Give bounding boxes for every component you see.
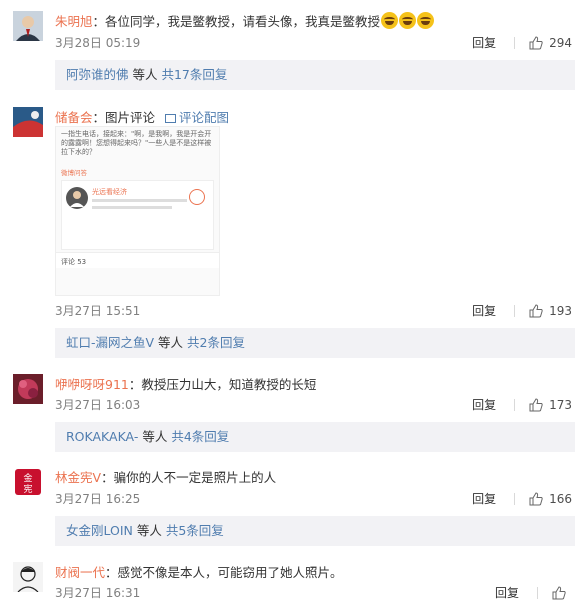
avatar[interactable] bbox=[13, 11, 43, 41]
laughing-tears-icon bbox=[399, 12, 417, 29]
reply-button[interactable]: 回复 bbox=[472, 302, 496, 319]
like-count: 173 bbox=[549, 397, 572, 412]
timestamp: 3月27日 16:03 bbox=[55, 398, 141, 412]
image-tabs: 评论 53 bbox=[56, 252, 219, 268]
username[interactable]: 朱明旭 bbox=[55, 14, 93, 29]
like-count: 294 bbox=[549, 35, 572, 50]
image-tab-label: 评论 53 bbox=[61, 258, 87, 266]
card-line bbox=[92, 206, 172, 209]
thumbs-up-icon bbox=[529, 397, 543, 411]
avatar[interactable] bbox=[13, 107, 43, 137]
username[interactable]: 咿咿呀呀911 bbox=[55, 377, 129, 392]
thumbs-up-icon bbox=[552, 585, 566, 599]
comment-body: ：骗你的人不一定是照片上的人 bbox=[101, 470, 277, 485]
like-button[interactable]: 166 bbox=[529, 492, 572, 506]
svg-text:宪: 宪 bbox=[23, 483, 32, 495]
card-name: 光远看经济 bbox=[92, 188, 127, 196]
divider bbox=[514, 398, 516, 411]
reply-button[interactable]: 回复 bbox=[495, 584, 519, 601]
like-button[interactable]: 294 bbox=[529, 36, 572, 50]
sub-reply-user[interactable]: 阿弥谁的佛 bbox=[66, 67, 129, 82]
reply-button[interactable]: 回复 bbox=[472, 396, 496, 413]
sub-reply-user[interactable]: 虹口-漏网之鱼V bbox=[66, 335, 154, 350]
image-label: 微博问答 bbox=[61, 169, 87, 177]
picture-link[interactable]: 评论配图 bbox=[179, 110, 229, 125]
thumbs-up-icon bbox=[529, 303, 543, 317]
sub-reply-suffix: 等人 bbox=[138, 429, 172, 444]
sub-replies[interactable]: ROKAKAKA- 等人 共4条回复 bbox=[55, 422, 575, 452]
username[interactable]: 储备会 bbox=[55, 110, 93, 125]
comment-text: 财阀一代：感觉不像是本人，可能窃用了她人照片。 bbox=[55, 562, 343, 581]
sub-reply-suffix: 等人 bbox=[132, 523, 166, 538]
like-button[interactable]: 193 bbox=[529, 304, 572, 318]
reply-button[interactable]: 回复 bbox=[472, 490, 496, 507]
comment-text: 储备会：图片评论 评论配图 bbox=[55, 107, 229, 126]
image-card: 光远看经济 bbox=[61, 180, 214, 250]
svg-text:金: 金 bbox=[23, 472, 32, 484]
image-text: 一指生电话，接起来："啊，是我啊，我是开会开的露露啊！您想得起来吗？"一些人是不… bbox=[61, 130, 212, 156]
sub-replies[interactable]: 女金刚LOIN 等人 共5条回复 bbox=[55, 516, 575, 546]
divider bbox=[514, 492, 516, 505]
comment-image[interactable]: 一指生电话，接起来："啊，是我啊，我是开会开的露露啊！您想得起来吗？"一些人是不… bbox=[55, 126, 220, 296]
timestamp: 3月28日 05:19 bbox=[55, 36, 141, 50]
divider bbox=[537, 586, 538, 599]
timestamp: 3月27日 16:25 bbox=[55, 492, 141, 506]
sub-reply-count[interactable]: 共17条回复 bbox=[161, 67, 227, 82]
card-avatar-icon bbox=[66, 187, 88, 209]
sub-replies[interactable]: 阿弥谁的佛 等人 共17条回复 bbox=[55, 60, 575, 90]
username[interactable]: 财阀一代 bbox=[55, 565, 105, 580]
sub-reply-user[interactable]: ROKAKAKA- bbox=[66, 429, 138, 444]
like-button[interactable] bbox=[552, 585, 572, 600]
sub-reply-suffix: 等人 bbox=[154, 335, 188, 350]
sub-reply-count[interactable]: 共5条回复 bbox=[166, 523, 224, 538]
sub-reply-user[interactable]: 女金刚LOIN bbox=[66, 523, 133, 538]
comment-body: ：图片评论 bbox=[92, 110, 156, 125]
sub-replies[interactable]: 虹口-漏网之鱼V 等人 共2条回复 bbox=[55, 328, 575, 358]
comment-body: ：感觉不像是本人，可能窃用了她人照片。 bbox=[105, 565, 343, 580]
sub-reply-count[interactable]: 共2条回复 bbox=[187, 335, 245, 350]
avatar[interactable]: 金宪 bbox=[13, 467, 43, 497]
divider bbox=[514, 36, 516, 49]
timestamp: 3月27日 15:51 bbox=[55, 304, 141, 318]
like-button[interactable]: 173 bbox=[529, 398, 572, 412]
comment-body: ：各位同学，我是鳖教授，请看头像，我真是鳖教授 bbox=[92, 14, 381, 29]
sub-reply-count[interactable]: 共4条回复 bbox=[171, 429, 229, 444]
comment-text: 朱明旭：各位同学，我是鳖教授，请看头像，我真是鳖教授 bbox=[55, 11, 435, 30]
divider bbox=[514, 304, 516, 317]
comment-body: ：教授压力山大，知道教授的长短 bbox=[128, 377, 317, 392]
card-line bbox=[92, 199, 187, 202]
thumbs-up-icon bbox=[529, 35, 543, 49]
card-badge-icon bbox=[189, 189, 205, 205]
like-count: 166 bbox=[549, 491, 572, 506]
avatar[interactable] bbox=[13, 562, 43, 592]
like-count: 193 bbox=[549, 303, 572, 318]
avatar[interactable] bbox=[13, 374, 43, 404]
sub-reply-suffix: 等人 bbox=[128, 67, 162, 82]
timestamp: 3月27日 16:31 bbox=[55, 586, 141, 600]
picture-icon bbox=[165, 114, 177, 123]
comment-text: 林金宪V：骗你的人不一定是照片上的人 bbox=[55, 467, 276, 486]
comment-text: 咿咿呀呀911：教授压力山大，知道教授的长短 bbox=[55, 374, 316, 393]
username[interactable]: 林金宪V bbox=[55, 470, 101, 485]
reply-button[interactable]: 回复 bbox=[472, 34, 496, 51]
laughing-tears-icon bbox=[381, 12, 399, 29]
laughing-tears-icon bbox=[417, 12, 435, 29]
thumbs-up-icon bbox=[529, 491, 543, 505]
